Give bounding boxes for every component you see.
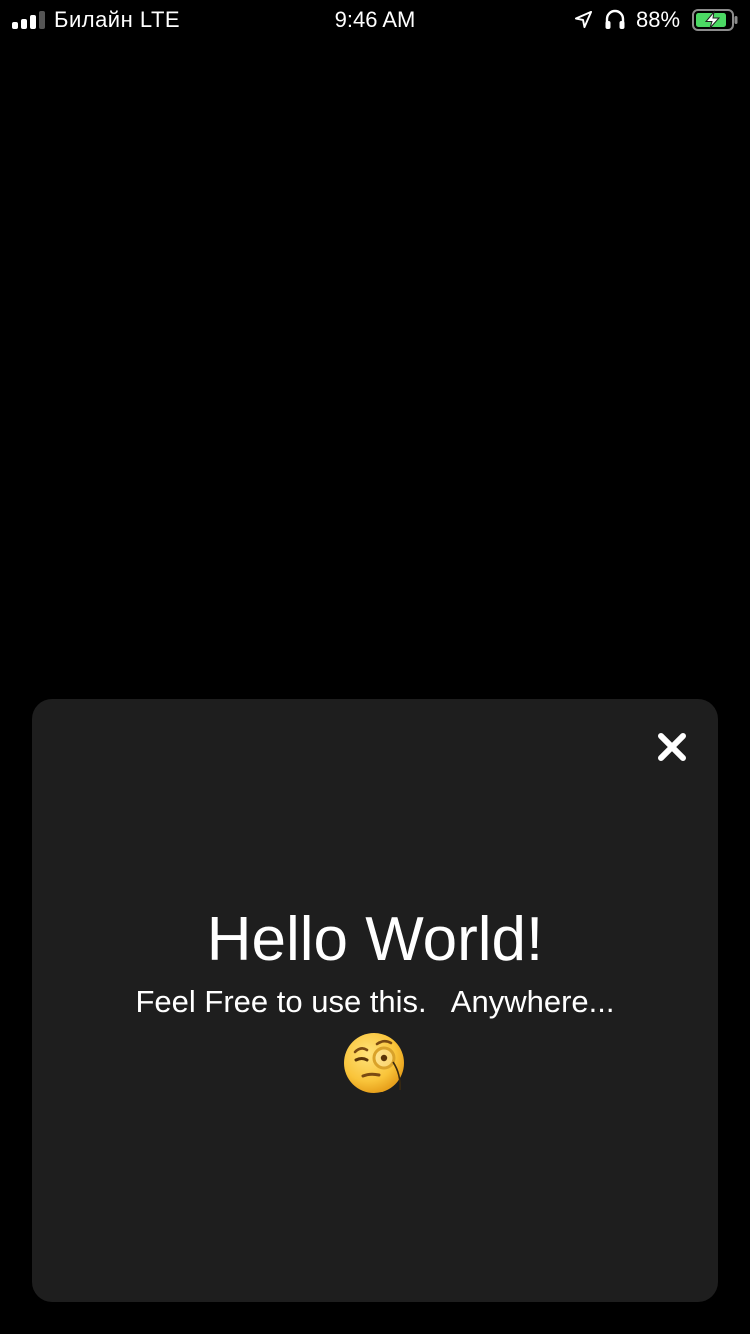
close-icon — [658, 733, 686, 761]
card-headline: Hello World! — [206, 905, 544, 974]
battery-percent: 88% — [636, 7, 681, 32]
location-arrow-icon — [574, 10, 593, 29]
status-bar: Билайн LTE 9:46 AM 88% — [0, 0, 750, 40]
battery-charging-icon — [692, 9, 738, 31]
bottom-sheet-card: Hello World! Feel Free to use this. Anyw… — [32, 699, 718, 1302]
face-with-monocle-icon — [344, 1033, 404, 1093]
card-subtext: Feel Free to use this. Anywhere... — [135, 984, 615, 1019]
headphones-icon — [605, 9, 625, 29]
close-button[interactable] — [656, 731, 688, 763]
